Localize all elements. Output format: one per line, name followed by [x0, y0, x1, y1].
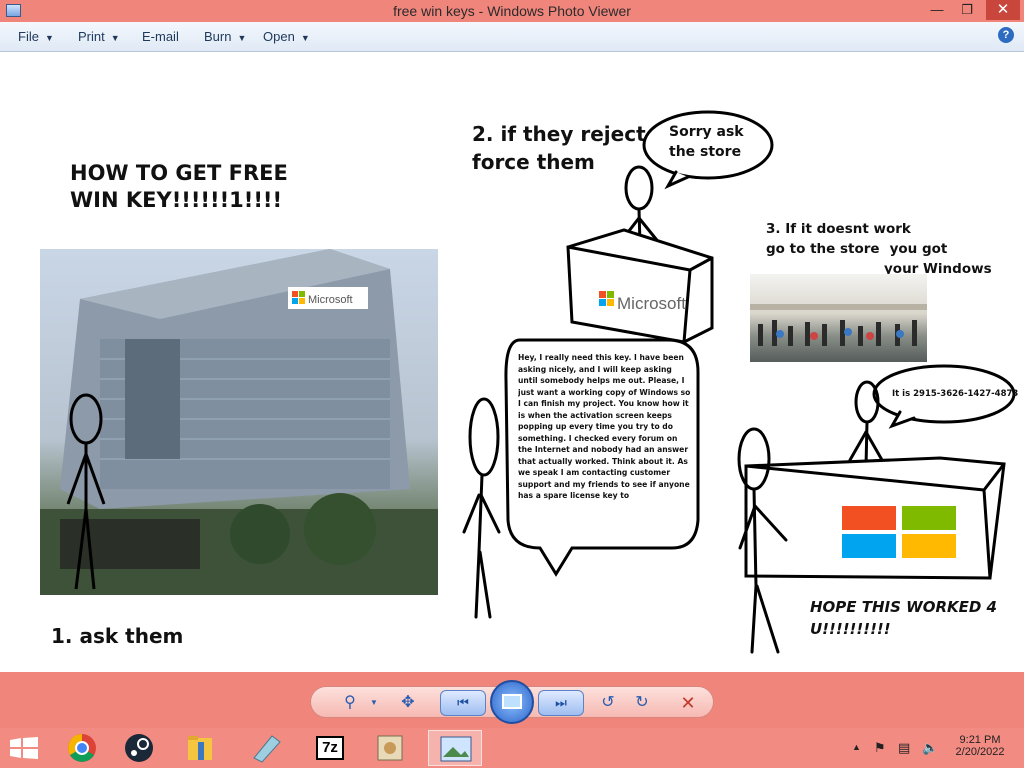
chevron-down-icon: ▼ [300, 33, 310, 43]
menu-file[interactable]: File ▼ [18, 29, 54, 44]
network-icon[interactable]: ▤ [898, 740, 910, 756]
menu-print[interactable]: Print ▼ [78, 29, 120, 44]
slideshow-icon [502, 694, 522, 709]
help-icon[interactable]: ? [998, 27, 1014, 43]
zoom-dropdown-icon[interactable]: ▼ [362, 692, 386, 714]
pencil-app-icon[interactable] [242, 730, 290, 766]
delete-icon[interactable]: ✕ [676, 692, 700, 714]
7zip-icon[interactable]: 7z [306, 730, 354, 766]
restore-icon: ❐ [961, 2, 973, 17]
clock-date: 2/20/2022 [955, 746, 1005, 758]
menu-email[interactable]: E-mail [142, 29, 179, 44]
bubble-long-text: Hey, I really need this key. I have been… [518, 353, 691, 500]
bubble-key-text: It is 2915-3626-1427-4873 [892, 389, 1019, 399]
chevron-down-icon: ▼ [44, 33, 54, 43]
chevron-down-icon: ▼ [110, 33, 120, 43]
volume-icon[interactable]: 🔈 [922, 740, 938, 756]
rotate-cw-icon[interactable]: ↻ [630, 692, 654, 714]
menu-burn[interactable]: Burn ▼ [204, 29, 246, 44]
chevron-down-icon: ▼ [237, 33, 247, 43]
close-button[interactable]: ✕ [986, 0, 1020, 20]
window-title: free win keys - Windows Photo Viewer [393, 3, 631, 19]
action-center-icon[interactable]: ⚑ [874, 740, 886, 756]
rotate-ccw-icon[interactable]: ↺ [596, 692, 620, 714]
photo-viewer-icon[interactable] [428, 730, 482, 766]
menu-open[interactable]: Open ▼ [263, 29, 310, 44]
actual-size-icon[interactable]: ✥ [396, 692, 420, 714]
previous-button[interactable]: ⏮ [440, 690, 486, 716]
close-icon: ✕ [996, 1, 1010, 18]
steam-icon[interactable] [115, 730, 163, 766]
ending-text: HOPE THIS WORKED 4 U!!!!!!!!!! [810, 598, 997, 638]
minimize-button[interactable]: — [922, 0, 952, 20]
microsoft-box-label: Microsoft [617, 294, 686, 313]
clock[interactable]: 9:21 PM 2/20/2022 [944, 734, 1016, 758]
start-icon[interactable] [10, 737, 38, 759]
photo-app-icon[interactable] [366, 730, 414, 766]
file-explorer-icon[interactable] [176, 730, 224, 766]
bubble-sorry-text: Sorry ask the store [669, 124, 744, 160]
slideshow-button[interactable] [490, 680, 534, 724]
image-canvas: HOW TO GET FREE WIN KEY!!!!!!1!!!! Micro… [0, 62, 1024, 658]
menu-bar: File ▼ Print ▼ E-mail Burn ▼ Open ▼ [0, 22, 1024, 52]
next-icon: ⏭ [555, 695, 567, 710]
microsoft-store-photo [750, 274, 927, 362]
minimize-icon: — [930, 2, 944, 17]
chrome-icon[interactable] [58, 730, 106, 766]
tray-overflow-icon[interactable]: ▲ [852, 742, 861, 752]
zoom-icon[interactable]: ⚲ [338, 692, 362, 714]
clock-time: 9:21 PM [959, 734, 1001, 746]
step-3-text: 3. If it doesnt work go to the store you … [766, 221, 992, 277]
maximize-button[interactable]: ❐ [952, 0, 982, 20]
previous-icon: ⏮ [457, 695, 469, 710]
next-button[interactable]: ⏭ [538, 690, 584, 716]
title-bar: free win keys - Windows Photo Viewer — ❐… [0, 0, 1024, 22]
